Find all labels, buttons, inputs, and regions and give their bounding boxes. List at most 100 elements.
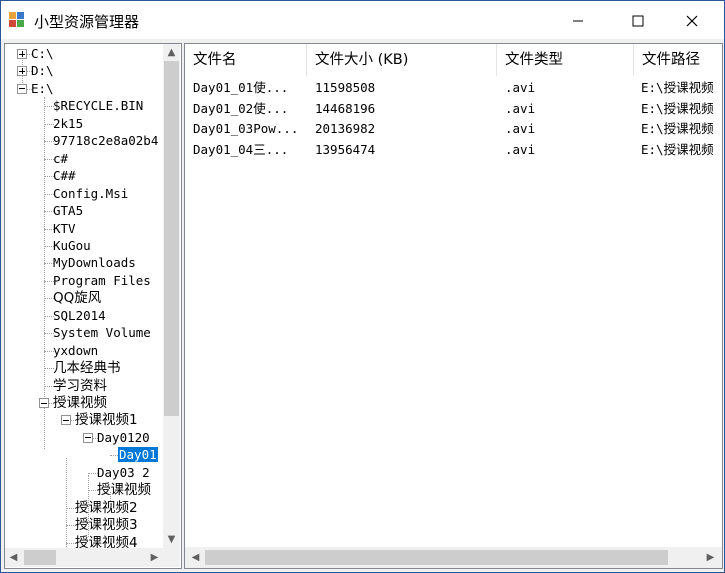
tree-node[interactable]: 授课视频1 bbox=[74, 411, 139, 429]
tree-node[interactable]: Day01 bbox=[117, 446, 159, 464]
tree-node-label: 授课视频3 bbox=[75, 517, 138, 534]
tree-node[interactable]: GTA5 bbox=[52, 202, 84, 220]
tree-node-label: yxdown bbox=[53, 342, 99, 358]
tree-node[interactable]: 授课视频 bbox=[52, 394, 108, 412]
file-name-cell: Day01_03Pow... bbox=[193, 121, 299, 136]
collapse-icon[interactable] bbox=[39, 398, 49, 408]
collapse-icon[interactable] bbox=[61, 415, 71, 426]
file-path-cell: E:\授课视频 bbox=[641, 121, 714, 136]
tree-node[interactable]: Config.Msi bbox=[52, 185, 129, 203]
file-list[interactable]: 文件名 文件大小 (KB) 文件类型 文件路径 Day01_01使... 1159… bbox=[184, 43, 723, 569]
tree-hscroll-thumb[interactable] bbox=[24, 550, 56, 565]
tree-node[interactable]: C## bbox=[52, 167, 77, 185]
tree-node[interactable]: 2k15 bbox=[52, 115, 84, 133]
column-header-type[interactable]: 文件类型 bbox=[497, 44, 634, 76]
arrow-right-icon[interactable]: ▶ bbox=[702, 547, 719, 568]
file-name-cell: Day01_01使... bbox=[193, 80, 289, 95]
tree-node[interactable]: 授课视频2 bbox=[74, 499, 139, 517]
tree-node-label: KTV bbox=[53, 220, 76, 236]
tree-node-label: Day03 2 bbox=[97, 464, 150, 480]
expand-icon[interactable] bbox=[17, 66, 27, 77]
title-bar[interactable]: 小型资源管理器 bbox=[1, 1, 724, 39]
folder-tree[interactable]: C:\ D:\ E:\ $RECYCLE.BIN 2k15 97718c2e8a02b4 c… bbox=[4, 43, 182, 569]
arrow-left-icon[interactable]: ◀ bbox=[5, 548, 22, 567]
tree-node-label: D:\ bbox=[31, 63, 54, 79]
tree-node-label: 授课视频2 bbox=[75, 499, 138, 516]
minimize-button[interactable] bbox=[555, 1, 601, 39]
tree-node-label: c# bbox=[53, 150, 69, 166]
tree-node[interactable]: KuGou bbox=[52, 237, 92, 255]
tree-node-label: MyDownloads bbox=[53, 255, 136, 271]
column-header-size[interactable]: 文件大小 (KB) bbox=[307, 44, 497, 76]
file-size-cell: 20136982 bbox=[315, 121, 376, 136]
tree-node-label: 授课视频4 bbox=[75, 534, 138, 548]
tree-node-label: 授课视频 bbox=[97, 482, 151, 499]
tree-node-label: QQ旋风 bbox=[53, 290, 102, 307]
tree-vscroll-thumb[interactable] bbox=[164, 61, 179, 416]
list-horizontal-scrollbar[interactable]: ◀ ▶ bbox=[185, 547, 722, 568]
tree-node-label: C:\ bbox=[31, 46, 54, 61]
tree-node-label: $RECYCLE.BIN bbox=[53, 98, 144, 114]
arrow-right-icon[interactable]: ▶ bbox=[146, 548, 163, 567]
tree-horizontal-scrollbar[interactable]: ◀ ▶ bbox=[5, 548, 163, 567]
file-type-cell: .avi bbox=[505, 141, 536, 157]
file-row[interactable]: Day01_01使... 11598508 .avi E:\授课视频 bbox=[185, 78, 722, 98]
tree-node-label: E:\ bbox=[31, 80, 54, 96]
tree-node[interactable]: C:\ bbox=[30, 45, 55, 63]
tree-node[interactable]: D:\ bbox=[30, 62, 55, 80]
arrow-up-icon[interactable]: ▲ bbox=[163, 44, 180, 61]
tree-node[interactable]: 授课视频 bbox=[96, 481, 152, 499]
tree-viewport: C:\ D:\ E:\ $RECYCLE.BIN 2k15 97718c2e8a02b4 c… bbox=[5, 44, 163, 548]
column-header-path[interactable]: 文件路径 bbox=[634, 44, 722, 76]
collapse-icon[interactable] bbox=[17, 83, 27, 94]
tree-node[interactable]: 97718c2e8a02b4 bbox=[52, 132, 159, 150]
maximize-button[interactable] bbox=[615, 1, 661, 39]
tree-node[interactable]: KTV bbox=[52, 220, 77, 238]
arrow-left-icon[interactable]: ◀ bbox=[187, 547, 204, 568]
tree-node[interactable]: 几本经典书 bbox=[52, 359, 122, 377]
close-button[interactable] bbox=[669, 1, 715, 39]
list-header: 文件名 文件大小 (KB) 文件类型 文件路径 bbox=[185, 44, 722, 76]
file-type-cell: .avi bbox=[505, 80, 536, 95]
tree-node[interactable]: Day0120 bbox=[96, 429, 151, 447]
file-type-cell: .avi bbox=[505, 121, 536, 136]
tree-node[interactable]: 授课视频4 bbox=[74, 534, 139, 548]
tree-node-label: 授课视频 bbox=[53, 395, 107, 411]
scroll-corner bbox=[163, 548, 180, 567]
tree-node[interactable]: Program Files bbox=[52, 272, 152, 290]
tree-node-label: Day0120 bbox=[97, 429, 150, 445]
tree-vertical-scrollbar[interactable]: ▲ ▼ bbox=[163, 44, 180, 548]
tree-node-label: 几本经典书 bbox=[53, 360, 121, 377]
tree-node[interactable]: 授课视频3 bbox=[74, 516, 139, 534]
file-row[interactable]: Day01_02使... 14468196 .avi E:\授课视频 bbox=[185, 99, 722, 119]
close-icon bbox=[686, 15, 698, 26]
arrow-down-icon[interactable]: ▼ bbox=[163, 531, 180, 548]
main-window: 小型资源管理器 C:\ D:\ E:\ $RECYCLE.BIN 2k15 97718c2… bbox=[0, 0, 725, 573]
tree-node[interactable]: MyDownloads bbox=[52, 254, 137, 272]
tree-node[interactable]: Day03 2 bbox=[96, 464, 151, 482]
file-size-cell: 13956474 bbox=[315, 141, 376, 157]
tree-node[interactable]: E:\ bbox=[30, 80, 55, 98]
tree-node-label: Config.Msi bbox=[53, 185, 129, 201]
tree-node[interactable]: SQL2014 bbox=[52, 307, 107, 325]
app-icon bbox=[9, 12, 24, 27]
tree-node[interactable]: 学习资料 bbox=[52, 377, 108, 395]
tree-node[interactable]: yxdown bbox=[52, 342, 99, 360]
tree-node-label: Day01 bbox=[117, 446, 159, 464]
file-row[interactable]: Day01_04三... 13956474 .avi E:\授课视频 bbox=[185, 140, 722, 160]
tree-node[interactable]: $RECYCLE.BIN bbox=[52, 97, 144, 115]
tree-node-label: Program Files bbox=[53, 272, 151, 288]
maximize-icon bbox=[632, 15, 644, 26]
file-row[interactable]: Day01_03Pow... 20136982 .avi E:\授课视频 bbox=[185, 119, 722, 139]
tree-node[interactable]: System Volume bbox=[52, 324, 152, 342]
tree-node[interactable]: QQ旋风 bbox=[52, 289, 102, 307]
window-title: 小型资源管理器 bbox=[34, 13, 140, 31]
list-hscroll-thumb[interactable] bbox=[205, 550, 668, 565]
file-path-cell: E:\授课视频 bbox=[641, 80, 714, 95]
file-name-cell: Day01_04三... bbox=[193, 141, 289, 157]
tree-node[interactable]: c# bbox=[52, 150, 69, 168]
collapse-icon[interactable] bbox=[83, 432, 93, 443]
file-path-cell: E:\授课视频 bbox=[641, 100, 714, 116]
column-header-name[interactable]: 文件名 bbox=[185, 44, 307, 76]
expand-icon[interactable] bbox=[17, 49, 27, 59]
